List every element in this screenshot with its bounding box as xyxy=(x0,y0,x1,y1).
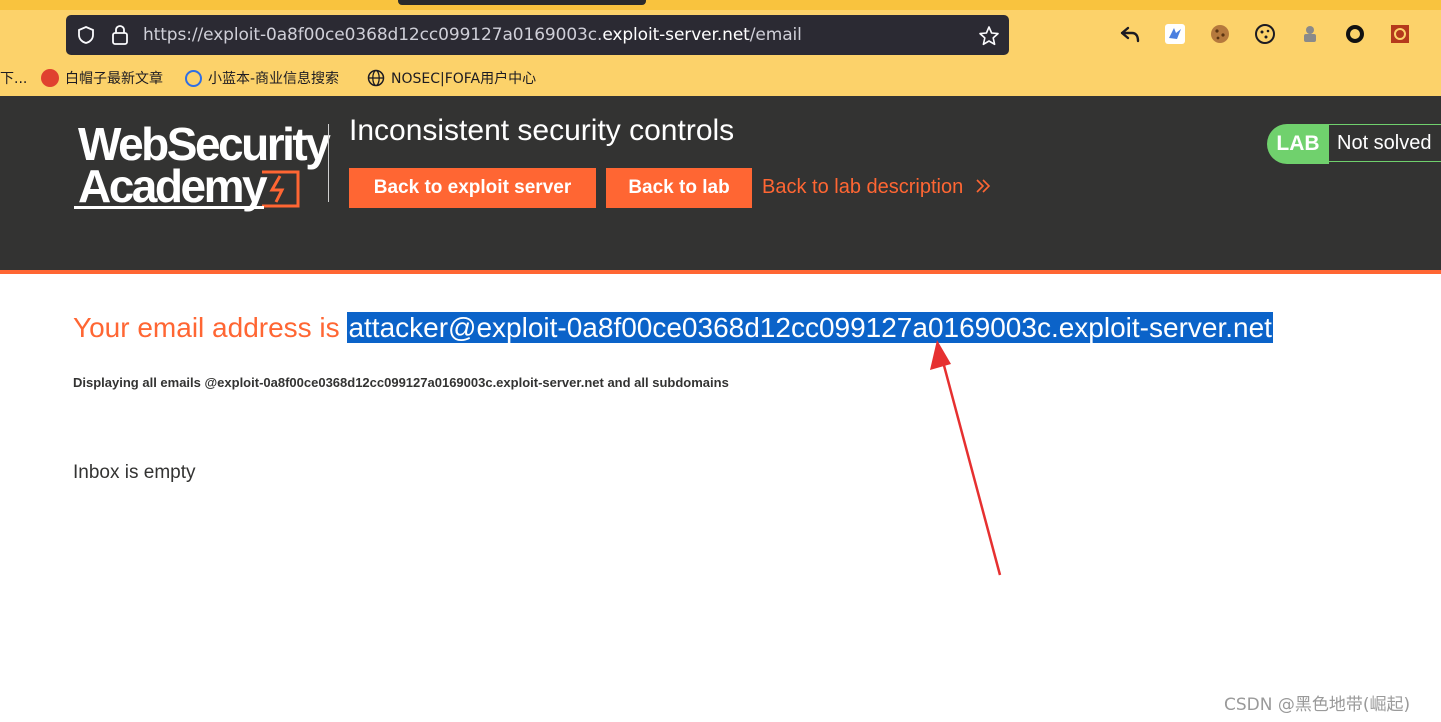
puzzle-extension-icon[interactable] xyxy=(1299,23,1321,45)
lock-icon[interactable] xyxy=(110,24,130,46)
link-label: Back to lab description xyxy=(762,176,964,198)
web-security-academy-logo[interactable]: WebSecurity Academy xyxy=(74,120,331,212)
logo-divider xyxy=(328,124,329,202)
person-icon xyxy=(41,69,59,87)
circle-extension-icon[interactable] xyxy=(1344,23,1366,45)
browser-toolbar: https://exploit-0a8f00ce0368d12cc099127a… xyxy=(0,0,1441,96)
bookmark-label: 下... xyxy=(0,71,28,87)
cookie-editor-icon[interactable] xyxy=(1209,23,1231,45)
url-prefix: https://exploit-0a8f00ce0368d12cc099127a… xyxy=(143,25,603,45)
back-to-exploit-server-button[interactable]: Back to exploit server xyxy=(349,168,596,208)
lab-title: Inconsistent security controls xyxy=(349,114,735,147)
tab-strip xyxy=(0,0,1441,10)
email-address[interactable]: attacker@exploit-0a8f00ce0368d12cc099127… xyxy=(347,312,1273,343)
inbox-status: Inbox is empty xyxy=(73,462,196,483)
url-host: exploit-server.net xyxy=(602,25,750,45)
lab-badge: LAB xyxy=(1267,124,1329,164)
address-bar[interactable]: https://exploit-0a8f00ce0368d12cc099127a… xyxy=(66,15,1009,55)
logo-underline xyxy=(74,206,264,209)
back-arrow-icon[interactable] xyxy=(1119,23,1141,45)
bookmark-item[interactable]: NOSEC|FOFA用户中心 xyxy=(367,68,536,88)
lab-status-widget: LAB Not solved xyxy=(1267,124,1441,164)
logo-lightning-icon xyxy=(262,170,300,208)
double-chevron-right-icon xyxy=(976,179,990,193)
globe-icon xyxy=(367,69,385,87)
displaying-emails-note: Displaying all emails @exploit-0a8f00ce0… xyxy=(73,375,729,390)
header-divider xyxy=(0,270,1441,274)
annotation-arrow xyxy=(930,340,1002,576)
active-tab[interactable] xyxy=(398,0,646,5)
shield-icon[interactable] xyxy=(76,25,96,45)
back-to-lab-button[interactable]: Back to lab xyxy=(606,168,752,208)
bookmark-star-icon[interactable] xyxy=(978,25,1000,47)
bookmark-label: 小蓝本-商业信息搜索 xyxy=(208,71,340,87)
lab-status-text: Not solved xyxy=(1329,124,1441,162)
bookmark-item[interactable]: 小蓝本-商业信息搜索 xyxy=(185,68,339,88)
url-path: /email xyxy=(749,25,802,45)
bookmark-item[interactable]: 白帽子最新文章 xyxy=(41,68,163,88)
cookie-icon[interactable] xyxy=(1254,23,1276,45)
email-prefix: Your email address is xyxy=(73,312,348,343)
csdn-watermark: CSDN @黑色地带(崛起) xyxy=(1224,695,1411,715)
logo-line-2: Academy xyxy=(78,160,268,212)
burp-extension-icon[interactable] xyxy=(1389,23,1411,45)
bookmark-item[interactable]: 下... xyxy=(0,68,27,88)
bookmark-label: 白帽子最新文章 xyxy=(65,71,163,87)
search-q-icon xyxy=(185,69,202,87)
email-address-heading: Your email address is attacker@exploit-0… xyxy=(73,312,1273,344)
bookmark-label: NOSEC|FOFA用户中心 xyxy=(391,71,537,87)
bird-extension-icon[interactable] xyxy=(1164,23,1186,45)
url-text[interactable]: https://exploit-0a8f00ce0368d12cc099127a… xyxy=(143,25,802,45)
academy-header: WebSecurity Academy Inconsistent securit… xyxy=(0,96,1441,274)
back-to-lab-description-link[interactable]: Back to lab description xyxy=(762,176,991,199)
overflow-extension-icon[interactable] xyxy=(1432,23,1441,45)
